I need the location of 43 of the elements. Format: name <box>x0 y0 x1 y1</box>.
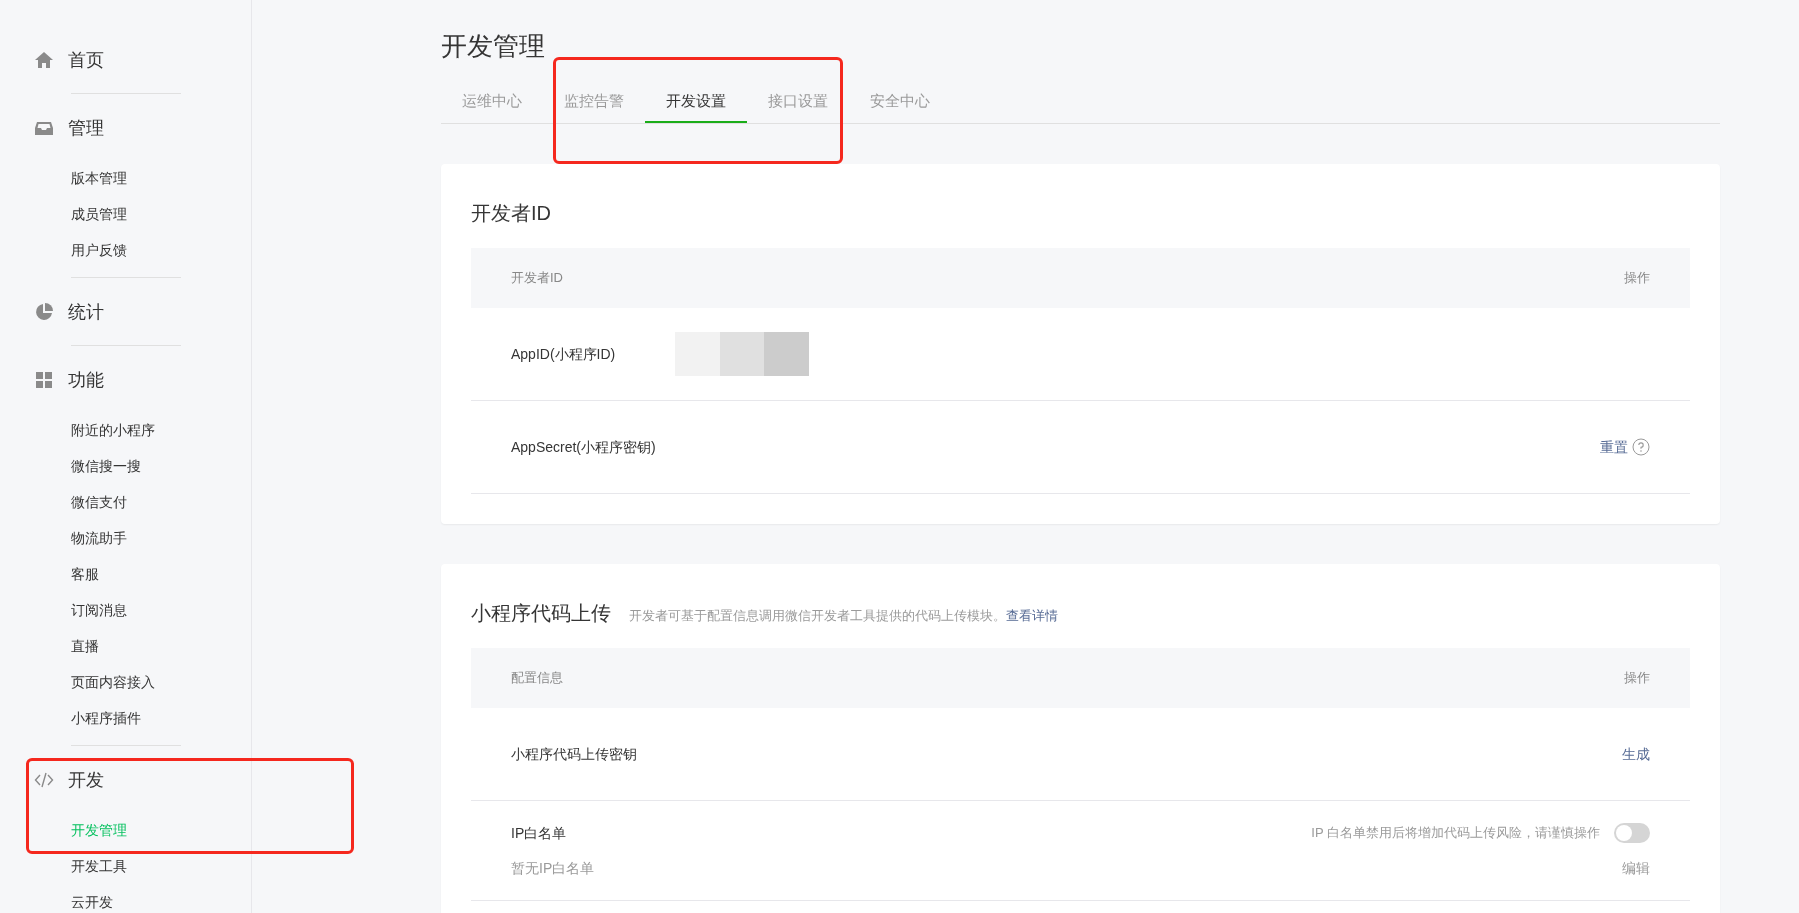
action-link[interactable]: 重置 <box>1600 436 1628 458</box>
nav-section-title[interactable]: 首页 <box>68 46 104 74</box>
nav-item[interactable]: 订阅消息 <box>71 599 127 621</box>
code-icon <box>34 770 54 790</box>
nav-item[interactable]: 用户反馈 <box>71 239 127 261</box>
nav-item[interactable]: 微信支付 <box>71 491 127 513</box>
nav-item[interactable]: 客服 <box>71 563 99 585</box>
warning-note: IP 白名单禁用后将增加代码上传风险，请谨慎操作 <box>1311 824 1600 843</box>
page-title: 开发管理 <box>441 30 546 63</box>
nav-item[interactable]: 微信搜一搜 <box>71 455 141 477</box>
nav-item[interactable]: 页面内容接入 <box>71 671 155 693</box>
row-label: 小程序代码上传密钥 <box>511 744 637 764</box>
column-header: 操作 <box>1624 669 1650 688</box>
row-label: IP白名单 <box>511 823 567 843</box>
nav-item[interactable]: 开发工具 <box>71 855 127 877</box>
grid-icon <box>34 370 54 390</box>
card-title: 小程序代码上传 <box>471 601 611 626</box>
nav-section-title[interactable]: 开发 <box>68 766 104 794</box>
nav-item[interactable]: 云开发 <box>71 891 113 913</box>
column-header: 操作 <box>1624 269 1650 288</box>
details-link[interactable]: 查看详情 <box>1006 608 1058 623</box>
nav-item[interactable]: 小程序插件 <box>71 707 141 729</box>
home-icon <box>34 50 54 70</box>
card-title: 开发者ID <box>471 201 551 226</box>
help-icon[interactable] <box>1632 438 1650 456</box>
card-description: 开发者可基于配置信息调用微信开发者工具提供的代码上传模块。查看详情 <box>629 607 1058 625</box>
nav-item[interactable]: 物流助手 <box>71 527 127 549</box>
empty-text: 暂无IP白名单 <box>511 858 595 878</box>
nav-section-title[interactable]: 管理 <box>68 114 104 142</box>
action-link[interactable]: 生成 <box>1622 743 1650 765</box>
column-header: 开发者ID <box>511 269 563 288</box>
row-label: AppSecret(小程序密钥) <box>511 437 656 457</box>
nav-section-title[interactable]: 统计 <box>68 298 104 326</box>
nav-item[interactable]: 附近的小程序 <box>71 419 155 441</box>
nav-item[interactable]: 版本管理 <box>71 167 127 189</box>
column-header: 配置信息 <box>511 669 563 688</box>
toggle-switch[interactable] <box>1614 823 1650 843</box>
nav-item[interactable]: 成员管理 <box>71 203 127 225</box>
nav-section-title[interactable]: 功能 <box>68 366 104 394</box>
tab[interactable]: 开发设置 <box>645 81 747 123</box>
nav-item[interactable]: 直播 <box>71 635 99 657</box>
pie-chart-icon <box>34 302 54 322</box>
row-label: AppID(小程序ID) <box>511 344 617 364</box>
